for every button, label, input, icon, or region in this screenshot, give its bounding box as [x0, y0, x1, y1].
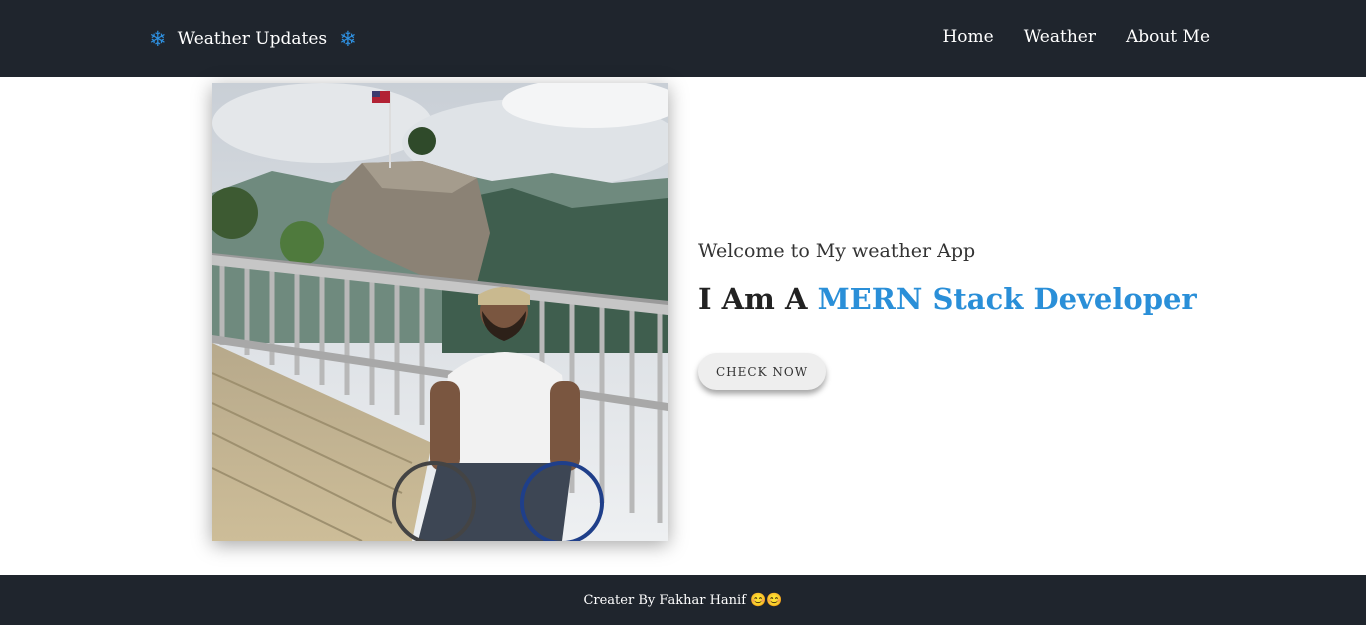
snowflake-icon: ❄	[149, 26, 167, 51]
headline-prefix: I Am A	[698, 282, 808, 316]
profile-photo-image	[212, 83, 668, 541]
brand-link[interactable]: ❄ Weather Updates ❄	[149, 26, 357, 52]
brand-title: Weather Updates	[177, 29, 328, 49]
welcome-text: Welcome to My weather App	[698, 240, 976, 262]
nav-link-about-me[interactable]: About Me	[1126, 27, 1210, 47]
nav-link-weather[interactable]: Weather	[1024, 27, 1096, 47]
nav-links: Home Weather About Me	[942, 27, 1210, 47]
profile-photo	[212, 83, 668, 541]
nav-link-home[interactable]: Home	[942, 27, 993, 47]
headline-accent: MERN Stack Developer	[817, 282, 1197, 316]
footer-credit: Creater By Fakhar Hanif 😊😊	[583, 592, 783, 608]
footer: Creater By Fakhar Hanif 😊😊	[0, 575, 1366, 625]
headline: I Am A MERN Stack Developer	[698, 282, 1258, 316]
hero-intro: Welcome to My weather App I Am A MERN St…	[698, 240, 1258, 390]
navbar: ❄ Weather Updates ❄ Home Weather About M…	[0, 0, 1366, 77]
check-now-button[interactable]: CHECK NOW	[698, 353, 827, 390]
snowflake-icon: ❄	[339, 26, 357, 51]
